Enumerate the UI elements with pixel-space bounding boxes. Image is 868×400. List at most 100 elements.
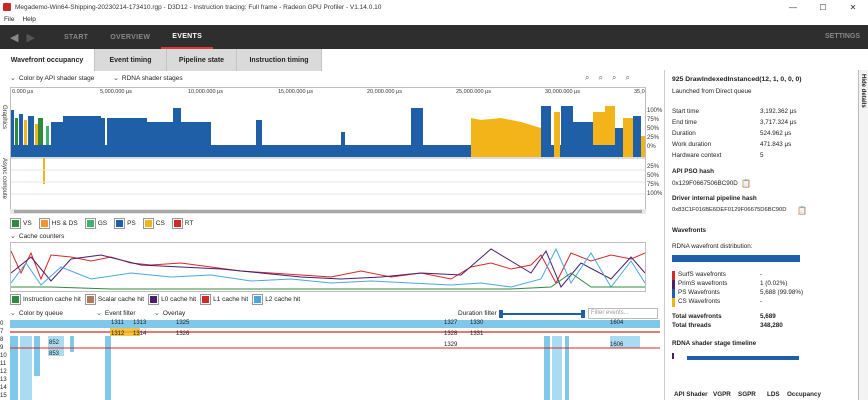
- zoom-out-icon[interactable]: ⌕: [625, 73, 629, 83]
- legend-item-l2[interactable]: L2 cache hit: [252, 294, 300, 305]
- forward-arrow-icon[interactable]: ▶: [26, 31, 34, 44]
- row-label: 13: [0, 377, 7, 383]
- legend-item-cs[interactable]: CS: [142, 218, 165, 229]
- tick-label: 35,0: [634, 89, 645, 95]
- row-label: 0: [0, 321, 4, 327]
- zoom-reset-icon[interactable]: ⌕: [598, 73, 602, 83]
- event-label[interactable]: 852: [49, 340, 59, 346]
- wavefront-dist-label: RDNA wavefront distribution:: [672, 243, 753, 250]
- title-bar: Megademo-Win64-Shipping-20230214-173410.…: [0, 0, 868, 14]
- nav-tab-overview[interactable]: OVERVIEW: [99, 25, 161, 49]
- event-filter-dropdown[interactable]: ⌄ Event filter: [96, 309, 136, 318]
- col-lds[interactable]: LDS: [767, 391, 780, 398]
- scrollbar-thumb[interactable]: [14, 210, 642, 213]
- legend-item-icache[interactable]: Instruction cache hit: [10, 294, 81, 305]
- maximize-button[interactable]: ☐: [808, 0, 838, 14]
- stage-timeline-bar: [687, 356, 799, 360]
- async-queue-label: Async compute: [1, 158, 7, 200]
- event-label[interactable]: 1328: [444, 331, 457, 337]
- overlay-dropdown[interactable]: ⌄ Overlay: [154, 309, 186, 318]
- cache-counters-label: Cache counters: [18, 232, 65, 240]
- event-label[interactable]: 1314: [133, 331, 146, 337]
- prop-value: 524.962 μs: [760, 130, 792, 137]
- timeline-scrollbar[interactable]: [10, 209, 646, 214]
- wf-key: CS Wavefronts: [678, 298, 721, 305]
- cache-counters-chart[interactable]: [10, 242, 646, 292]
- tab-pipeline-state[interactable]: Pipeline state: [167, 49, 237, 71]
- menu-file[interactable]: File: [4, 16, 14, 23]
- nav-settings[interactable]: SETTINGS: [825, 33, 860, 40]
- event-label[interactable]: 1327: [444, 320, 457, 326]
- total-threads-key: Total threads: [672, 322, 712, 329]
- event-label[interactable]: 1312: [111, 331, 124, 337]
- window-title: Megademo-Win64-Shipping-20230214-173410.…: [15, 3, 382, 11]
- time-ruler: 0.000 μs 5,000.000 μs 10,000.000 μs 15,0…: [10, 88, 646, 98]
- total-wavefronts-value: 5,689: [760, 313, 776, 320]
- col-sgpr[interactable]: SGPR: [738, 391, 756, 398]
- event-label[interactable]: 1604: [610, 320, 623, 326]
- slider-handle-min[interactable]: [499, 310, 503, 318]
- back-arrow-icon[interactable]: ◀: [10, 31, 18, 44]
- legend-item-gs[interactable]: GS: [84, 218, 107, 229]
- legend-label: PS: [127, 220, 136, 227]
- tick-label: 0.000 μs: [12, 89, 34, 95]
- legend-item-l0[interactable]: L0 cache hit: [148, 294, 196, 305]
- legend-item-hsds[interactable]: HS & DS: [38, 218, 78, 229]
- legend-item-l1[interactable]: L1 cache hit: [200, 294, 248, 305]
- event-label[interactable]: 1329: [444, 342, 457, 348]
- zoom-in-icon[interactable]: ⌕: [612, 73, 616, 83]
- tab-wavefront-occupancy[interactable]: Wavefront occupancy: [0, 49, 95, 71]
- hide-details-tab[interactable]: Hide details: [858, 70, 868, 400]
- event-subtitle: Launched from Direct queue: [672, 88, 752, 95]
- occupancy-chart[interactable]: [11, 98, 645, 210]
- row-label: 9: [0, 345, 4, 351]
- slider-handle-max[interactable]: [581, 310, 585, 318]
- color-by-queue-dropdown[interactable]: ⌄ Color by queue: [10, 309, 63, 318]
- event-label[interactable]: 1311: [111, 320, 124, 326]
- color-by-label: Color by API shader stage: [18, 74, 95, 82]
- event-label[interactable]: 853: [49, 351, 59, 357]
- filter-events-input[interactable]: Filter events...: [588, 308, 658, 319]
- col-occupancy[interactable]: Occupancy: [787, 391, 821, 398]
- legend-item-ps[interactable]: PS: [114, 218, 136, 229]
- tab-instruction-timing[interactable]: Instruction timing: [237, 49, 322, 71]
- event-label[interactable]: 1313: [133, 320, 146, 326]
- nav-tab-start[interactable]: START: [53, 25, 99, 49]
- legend-label: CS: [155, 220, 165, 227]
- event-timeline[interactable]: [10, 320, 660, 400]
- shader-stage-legend: VS HS & DS GS PS CS RT: [10, 218, 193, 229]
- wf-key: PrimS wavefronts: [678, 280, 728, 287]
- cache-counters-toggle[interactable]: ⌄ Cache counters: [10, 232, 65, 241]
- event-label[interactable]: 1331: [470, 331, 483, 337]
- legend-item-scache[interactable]: Scalar cache hit: [84, 294, 144, 305]
- prop-key: Duration: [672, 130, 696, 137]
- swatch: [252, 294, 264, 305]
- overlay-label: Overlay: [162, 309, 186, 317]
- prop-value: 5: [760, 152, 764, 159]
- col-vgpr[interactable]: VGPR: [713, 391, 731, 398]
- zoom-select-icon[interactable]: ⌕: [585, 73, 589, 83]
- event-label[interactable]: 1606: [610, 342, 623, 348]
- copy-icon[interactable]: 📋: [741, 179, 751, 188]
- rdna-stages-dropdown[interactable]: ⌄ RDNA shader stages: [113, 74, 183, 83]
- color-by-dropdown[interactable]: ⌄ Color by API shader stage: [10, 74, 95, 83]
- legend-item-vs[interactable]: VS: [10, 218, 32, 229]
- tab-event-timing[interactable]: Event timing: [95, 49, 167, 71]
- legend-item-rt[interactable]: RT: [171, 218, 193, 229]
- swatch: [148, 294, 160, 305]
- event-label[interactable]: 1325: [176, 320, 189, 326]
- row-label: 12: [0, 369, 7, 375]
- col-api-shader[interactable]: API Shader: [674, 391, 708, 398]
- tick-label: 10,000.000 μs: [188, 89, 223, 95]
- event-label[interactable]: 1326: [176, 331, 189, 337]
- event-label[interactable]: 1330: [470, 320, 483, 326]
- legend-label: VS: [23, 220, 32, 227]
- copy-icon[interactable]: 📋: [797, 206, 807, 215]
- event-rows[interactable]: 0 7 8 9 10 11 12 13 14 15 1311 1313 1325…: [0, 320, 660, 400]
- close-button[interactable]: ✕: [838, 0, 868, 14]
- menu-help[interactable]: Help: [22, 16, 35, 23]
- minimize-button[interactable]: —: [778, 0, 808, 14]
- pso-hash-header: API PSO hash: [672, 168, 714, 175]
- duration-filter-slider[interactable]: [499, 310, 585, 318]
- nav-tab-events[interactable]: EVENTS: [161, 25, 214, 49]
